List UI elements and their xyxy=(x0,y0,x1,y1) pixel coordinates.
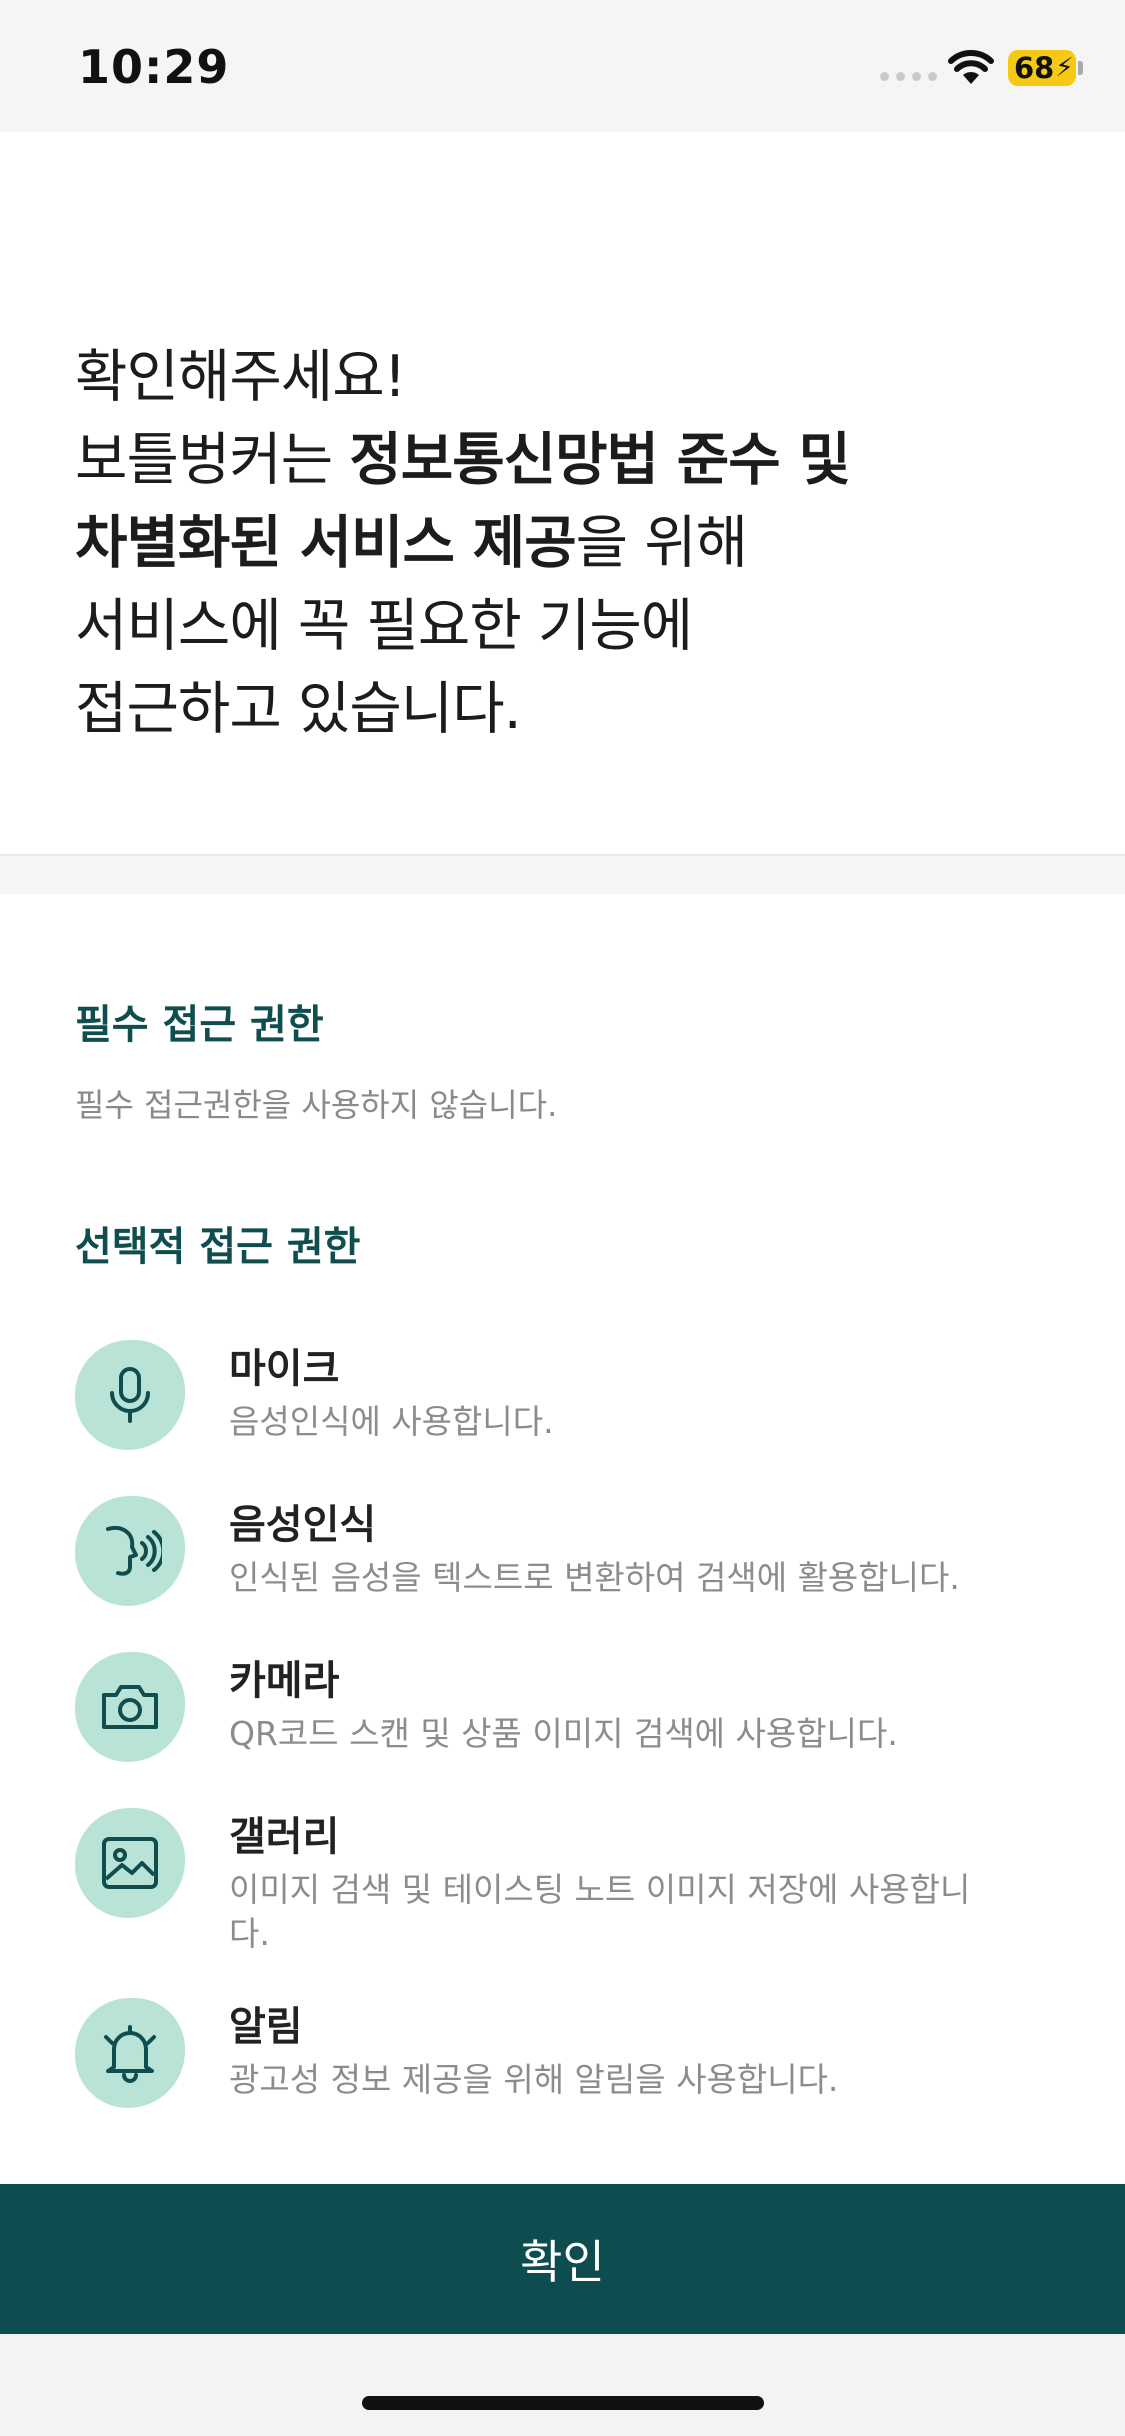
confirm-button[interactable]: 확인 xyxy=(0,2184,1125,2334)
gallery-icon xyxy=(75,1808,185,1918)
battery-cap xyxy=(1078,61,1083,75)
permission-item-microphone: 마이크 음성인식에 사용합니다. xyxy=(75,1340,1075,1480)
home-indicator-area xyxy=(0,2334,1125,2436)
permission-item-gallery: 갤러리 이미지 검색 및 테이스팅 노트 이미지 저장에 사용합니다. xyxy=(75,1808,1075,1953)
permission-item-voice-recognition: 음성인식 인식된 음성을 텍스트로 변환하여 검색에 활용합니다. xyxy=(75,1496,1075,1636)
voice-recognition-icon xyxy=(75,1496,185,1606)
microphone-icon xyxy=(75,1340,185,1450)
headline-bold-text: 정보통신망법 준수 및 xyxy=(349,427,851,493)
permission-description: 이미지 검색 및 테이스팅 노트 이미지 저장에 사용합니다. xyxy=(229,1870,971,1953)
cellular-signal-icon xyxy=(880,72,937,81)
battery-level: 68 xyxy=(1014,51,1055,85)
headline-text: 보틀벙커는 xyxy=(75,427,350,493)
permission-title: 카메라 xyxy=(229,1658,340,1704)
headline-text: 을 위해 xyxy=(575,510,748,576)
status-bar: 10:29 68 ⚡ xyxy=(0,0,1125,132)
headline-line: 확인해주세요! xyxy=(75,344,407,410)
permission-description: QR코드 스캔 및 상품 이미지 검색에 사용합니다. xyxy=(229,1714,898,1753)
headline-line: 차별화된 서비스 제공을 위해 xyxy=(75,502,1075,585)
optional-permissions-title: 선택적 접근 권한 xyxy=(75,1224,361,1270)
status-time: 10:29 xyxy=(78,40,230,94)
headline-line: 서비스에 꼭 필요한 기능에 xyxy=(75,593,693,659)
home-indicator[interactable] xyxy=(362,2396,764,2410)
headline-line: 보틀벙커는 정보통신망법 준수 및 xyxy=(75,419,1075,502)
headline-bold-text: 차별화된 서비스 제공 xyxy=(75,510,577,576)
headline-line: 접근하고 있습니다. xyxy=(75,676,522,742)
bell-icon xyxy=(75,1998,185,2108)
headline: 확인해주세요! 보틀벙커는 정보통신망법 준수 및 차별화된 서비스 제공을 위… xyxy=(75,336,1075,751)
required-permissions-description: 필수 접근권한을 사용하지 않습니다. xyxy=(75,1086,558,1124)
permission-description: 음성인식에 사용합니다. xyxy=(229,1402,554,1441)
permission-title: 갤러리 xyxy=(229,1814,340,1860)
permission-item-camera: 카메라 QR코드 스캔 및 상품 이미지 검색에 사용합니다. xyxy=(75,1652,1075,1792)
section-divider xyxy=(0,854,1125,894)
permission-description: 광고성 정보 제공을 위해 알림을 사용합니다. xyxy=(229,2060,839,2099)
permission-title: 알림 xyxy=(229,2004,303,2050)
required-permissions-title: 필수 접근 권한 xyxy=(75,1002,324,1048)
wifi-icon xyxy=(948,50,994,84)
camera-icon xyxy=(75,1652,185,1762)
permission-description: 인식된 음성을 텍스트로 변환하여 검색에 활용합니다. xyxy=(229,1558,960,1597)
permission-item-notification: 알림 광고성 정보 제공을 위해 알림을 사용합니다. xyxy=(75,1998,1075,2138)
battery-icon: 68 ⚡ xyxy=(1008,50,1076,86)
permission-title: 마이크 xyxy=(229,1346,340,1392)
permission-title: 음성인식 xyxy=(229,1502,377,1548)
